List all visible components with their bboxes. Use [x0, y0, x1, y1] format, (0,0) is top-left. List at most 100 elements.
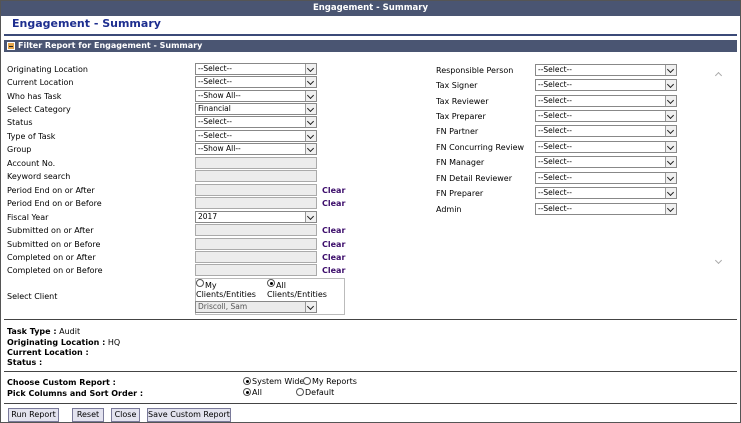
select-category-value: Financial [198, 104, 231, 113]
fn-partner-value: --Select-- [538, 126, 572, 135]
run-report-button[interactable]: Run Report [8, 408, 59, 422]
admin-select[interactable]: --Select-- [535, 203, 677, 215]
fn-manager-select[interactable]: --Select-- [535, 156, 677, 168]
label-group: Group [7, 145, 32, 154]
fn-concurring-review-select[interactable]: --Select-- [535, 141, 677, 153]
chevron-down-icon [665, 65, 676, 75]
task-type-label: Task Type : [7, 327, 57, 336]
label-select-category: Select Category [7, 105, 71, 114]
fn-preparer-select[interactable]: --Select-- [535, 187, 677, 199]
account-no-input[interactable] [195, 157, 317, 169]
group-select[interactable]: --Show All-- [195, 143, 317, 155]
originating-location-value: --Select-- [198, 64, 232, 73]
columns-all-radio[interactable] [243, 388, 251, 396]
save-custom-report-button[interactable]: Save Custom Report [147, 408, 231, 422]
originating-location-summary-label: Originating Location : [7, 338, 106, 347]
scroll-up-icon[interactable] [714, 71, 723, 80]
submitted-before-input[interactable] [195, 238, 317, 250]
completed-after-input[interactable] [195, 251, 317, 263]
filter-section-title: Filter Report for Engagement - Summary [18, 41, 203, 50]
my-clients-radio[interactable] [196, 279, 204, 287]
filter-section-header[interactable]: Filter Report for Engagement - Summary [4, 40, 737, 52]
clear-period-end-after-link[interactable]: Clear [322, 186, 345, 196]
label-account-no: Account No. [7, 159, 56, 168]
current-location-select[interactable]: --Select-- [195, 76, 317, 88]
label-keyword-search: Keyword search [7, 172, 71, 181]
chevron-down-icon [665, 111, 676, 121]
responsible-person-select[interactable]: --Select-- [535, 64, 677, 76]
fn-partner-select[interactable]: --Select-- [535, 125, 677, 137]
scroll-down-icon[interactable] [714, 256, 723, 265]
chevron-down-icon [305, 117, 316, 127]
chevron-down-icon [305, 144, 316, 154]
fiscal-year-value: 2017 [198, 212, 218, 221]
label-tax-preparer: Tax Preparer [436, 112, 486, 121]
reset-button[interactable]: Reset [72, 408, 104, 422]
who-has-task-select[interactable]: --Show All-- [195, 90, 317, 102]
chevron-down-icon [665, 142, 676, 152]
label-status: Status [7, 118, 33, 127]
fn-concurring-review-value: --Select-- [538, 142, 572, 151]
label-submitted-after: Submitted on or After [7, 226, 94, 235]
status-select[interactable]: --Select-- [195, 116, 317, 128]
chevron-down-icon [665, 157, 676, 167]
chevron-down-icon [665, 80, 676, 90]
completed-before-input[interactable] [195, 264, 317, 276]
status-value: --Select-- [198, 117, 232, 126]
custom-report-label-row: Choose Custom Report : [7, 377, 116, 388]
window-title: Engagement - Summary [1, 1, 740, 16]
columns-default-radio[interactable] [296, 388, 304, 396]
label-fn-manager: FN Manager [436, 158, 485, 167]
label-fn-partner: FN Partner [436, 127, 479, 136]
vertical-scrollbar[interactable] [713, 66, 725, 271]
custom-report-label: Choose Custom Report : [7, 378, 116, 387]
fiscal-year-select[interactable]: 2017 [195, 211, 317, 223]
select-category-select[interactable]: Financial [195, 103, 317, 115]
chevron-down-icon [305, 91, 316, 101]
submitted-after-input[interactable] [195, 224, 317, 236]
system-wide-label: System Wide [252, 377, 305, 386]
tax-preparer-select[interactable]: --Select-- [535, 110, 677, 122]
originating-location-select[interactable]: --Select-- [195, 63, 317, 75]
label-period-end-after: Period End on or After [7, 186, 95, 195]
clear-submitted-after-link[interactable]: Clear [322, 226, 345, 236]
label-originating-location: Originating Location [7, 65, 88, 74]
period-end-after-input[interactable] [195, 184, 317, 196]
status-summary-label: Status : [7, 358, 43, 367]
label-fn-preparer: FN Preparer [436, 189, 484, 198]
chevron-down-icon [665, 126, 676, 136]
chevron-down-icon [305, 212, 316, 222]
section-divider [4, 371, 737, 372]
label-current-location: Current Location [7, 78, 74, 87]
label-tax-reviewer: Tax Reviewer [436, 97, 489, 106]
clear-completed-before-link[interactable]: Clear [322, 266, 345, 276]
my-reports-radio[interactable] [303, 377, 311, 385]
section-divider [4, 319, 737, 320]
clear-submitted-before-link[interactable]: Clear [322, 240, 345, 250]
section-divider [4, 403, 737, 404]
clear-period-end-before-link[interactable]: Clear [322, 199, 345, 209]
task-type-row: Task Type : Audit [7, 326, 80, 337]
label-fn-concurring-review: FN Concurring Review [436, 143, 525, 152]
type-of-task-select[interactable]: --Select-- [195, 130, 317, 142]
keyword-search-input[interactable] [195, 170, 317, 182]
close-button[interactable]: Close [111, 408, 140, 422]
responsible-person-value: --Select-- [538, 65, 572, 74]
all-clients-label-2: Clients/Entities [267, 290, 327, 299]
clear-completed-after-link[interactable]: Clear [322, 253, 345, 263]
tax-signer-select[interactable]: --Select-- [535, 79, 677, 91]
fn-detail-reviewer-select[interactable]: --Select-- [535, 172, 677, 184]
tax-reviewer-select[interactable]: --Select-- [535, 95, 677, 107]
client-select[interactable]: Driscoll, Sam [195, 301, 317, 313]
chevron-down-icon [665, 96, 676, 106]
fn-detail-reviewer-value: --Select-- [538, 173, 572, 182]
collapse-icon[interactable] [7, 42, 15, 50]
period-end-before-input[interactable] [195, 197, 317, 209]
label-type-of-task: Type of Task [7, 132, 56, 141]
label-select-client: Select Client [7, 292, 58, 301]
label-tax-signer: Tax Signer [436, 81, 478, 90]
label-fn-detail-reviewer: FN Detail Reviewer [436, 174, 512, 183]
system-wide-radio[interactable] [243, 377, 251, 385]
columns-sort-label-row: Pick Columns and Sort Order : [7, 388, 143, 399]
all-clients-radio[interactable] [267, 279, 275, 287]
